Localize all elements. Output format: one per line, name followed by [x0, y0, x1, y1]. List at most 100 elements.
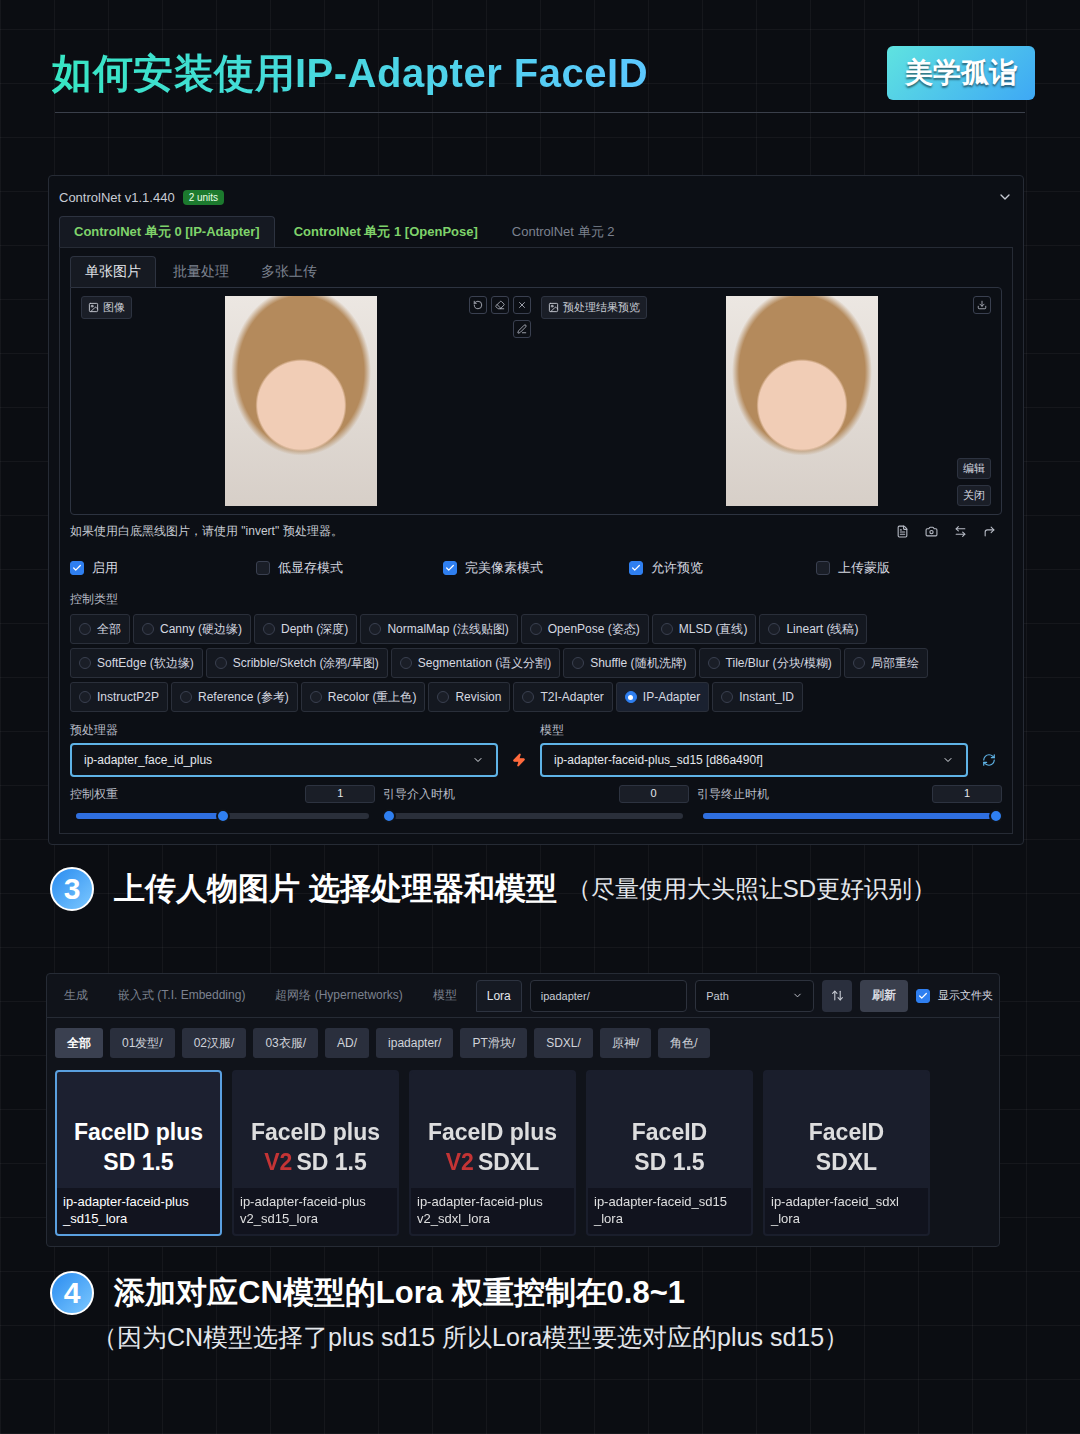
sub-tab[interactable]: 批量处理: [158, 256, 244, 287]
control-type-radio[interactable]: Revision: [428, 682, 510, 712]
option-checkbox[interactable]: 启用: [70, 559, 256, 577]
slider-thumb[interactable]: [989, 809, 1003, 823]
image-icon: [548, 302, 559, 313]
control-type-radio[interactable]: NormalMap (法线贴图): [360, 614, 517, 644]
control-type-radio[interactable]: Shuffle (随机洗牌): [563, 648, 695, 678]
model-select[interactable]: ip-adapter-faceid-plus_sd15 [d86a490f]: [540, 743, 968, 777]
folder-chip[interactable]: 角色/: [658, 1028, 709, 1058]
lora-card[interactable]: FaceID plusV2SD 1.5ip-adapter-faceid-plu…: [232, 1070, 399, 1236]
slider-thumb[interactable]: [216, 809, 230, 823]
sub-tab[interactable]: 单张图片: [70, 256, 156, 287]
control-type-radio[interactable]: Scribble/Sketch (涂鸦/草图): [206, 648, 388, 678]
controlnet-header[interactable]: ControlNet v1.1.4402 units: [59, 182, 1013, 212]
option-checkbox[interactable]: 上传蒙版: [816, 559, 1002, 577]
show-folders-checkbox[interactable]: 显示文件夹: [916, 988, 993, 1003]
search-field[interactable]: ipadapter/: [530, 980, 687, 1012]
unit-tab[interactable]: ControlNet 单元 1 [OpenPose]: [279, 216, 493, 247]
slider-track[interactable]: [703, 813, 996, 819]
control-type-radio[interactable]: Tile/Blur (分块/模糊): [699, 648, 841, 678]
erase-button[interactable]: [491, 296, 509, 314]
control-type-radio[interactable]: Depth (深度): [254, 614, 357, 644]
control-type-radio[interactable]: Instant_ID: [712, 682, 803, 712]
checkbox[interactable]: [816, 561, 830, 575]
folder-chip[interactable]: 03衣服/: [253, 1028, 318, 1058]
control-type-radio[interactable]: T2I-Adapter: [513, 682, 612, 712]
preview-action-button[interactable]: 编辑: [957, 458, 991, 479]
network-tab[interactable]: 生成: [53, 978, 99, 1013]
sort-direction-button[interactable]: [822, 980, 852, 1012]
slider[interactable]: 引导终止时机1: [697, 785, 1002, 823]
input-photo[interactable]: [225, 296, 377, 506]
lora-card[interactable]: FaceIDSD 1.5ip-adapter-faceid_sd15_lora: [586, 1070, 753, 1236]
step-title: 上传人物图片 选择处理器和模型: [114, 868, 557, 910]
control-type-radio[interactable]: SoftEdge (软边缘): [70, 648, 203, 678]
folder-chip[interactable]: ipadapter/: [376, 1028, 453, 1058]
option-checkbox[interactable]: 完美像素模式: [443, 559, 629, 577]
control-type-radio[interactable]: MLSD (直线): [652, 614, 757, 644]
folder-chip[interactable]: PT滑块/: [460, 1028, 527, 1058]
folder-chip[interactable]: SDXL/: [534, 1028, 593, 1058]
preview-label: 预处理结果预览: [541, 296, 647, 319]
preview-action-button[interactable]: 关闭: [957, 485, 991, 506]
control-type-radio[interactable]: Recolor (重上色): [301, 682, 426, 712]
folder-chip[interactable]: 原神/: [600, 1028, 651, 1058]
draw-button[interactable]: [513, 320, 531, 338]
document-icon[interactable]: [896, 525, 909, 538]
swap-icon[interactable]: [954, 525, 967, 538]
slider-track[interactable]: [76, 813, 369, 819]
control-type-radio[interactable]: IP-Adapter: [616, 682, 709, 712]
option-row: 启用低显存模式完美像素模式允许预览上传蒙版: [70, 559, 1002, 577]
unit-tab[interactable]: ControlNet 单元 0 [IP-Adapter]: [59, 216, 275, 247]
option-checkbox[interactable]: 低显存模式: [256, 559, 442, 577]
folder-chip[interactable]: 01发型/: [110, 1028, 175, 1058]
network-tab[interactable]: Lora: [476, 980, 522, 1012]
slider-value[interactable]: 1: [932, 785, 1002, 803]
sub-tabs: 单张图片批量处理多张上传: [70, 256, 1002, 287]
control-type-radio[interactable]: Segmentation (语义分割): [391, 648, 560, 678]
run-preprocessor-button[interactable]: [506, 743, 532, 777]
slider-value[interactable]: 0: [619, 785, 689, 803]
refresh-models-button[interactable]: [976, 743, 1002, 777]
sub-tab[interactable]: 多张上传: [246, 256, 332, 287]
checkbox[interactable]: [256, 561, 270, 575]
slider[interactable]: 引导介入时机0: [383, 785, 688, 823]
control-type-radio[interactable]: Canny (硬边缘): [133, 614, 251, 644]
collapse-icon[interactable]: [997, 189, 1013, 205]
sort-select[interactable]: Path: [695, 980, 814, 1012]
network-tab[interactable]: 嵌入式 (T.I. Embedding): [107, 978, 256, 1013]
network-tab[interactable]: 模型: [422, 978, 468, 1013]
slider-label: 控制权重: [70, 786, 118, 803]
unit-body: 单张图片批量处理多张上传图像预处理结果预览编辑关闭如果使用白底黑线图片，请使用 …: [59, 248, 1013, 834]
folder-chip[interactable]: AD/: [325, 1028, 369, 1058]
network-tab[interactable]: 超网络 (Hypernetworks): [264, 978, 413, 1013]
checkbox[interactable]: [70, 561, 84, 575]
folder-chip[interactable]: 全部: [55, 1028, 103, 1058]
control-type-radio[interactable]: 局部重绘: [844, 648, 928, 678]
card-title: FaceIDSD 1.5: [588, 1072, 751, 1178]
lora-card[interactable]: FaceID plusV2SDXLip-adapter-faceid-plusv…: [409, 1070, 576, 1236]
unit-tab[interactable]: ControlNet 单元 2: [497, 216, 630, 247]
checkbox[interactable]: [629, 561, 643, 575]
download-button[interactable]: [973, 296, 991, 314]
reset-button[interactable]: [469, 296, 487, 314]
refresh-button[interactable]: 刷新: [860, 980, 908, 1012]
slider-thumb[interactable]: [382, 809, 396, 823]
camera-icon[interactable]: [925, 525, 938, 538]
slider[interactable]: 控制权重 1: [70, 785, 375, 823]
control-type-radio[interactable]: Lineart (线稿): [759, 614, 867, 644]
option-checkbox[interactable]: 允许预览: [629, 559, 815, 577]
lora-card[interactable]: FaceID plusSD 1.5ip-adapter-faceid-plus_…: [55, 1070, 222, 1236]
preprocessor-select[interactable]: ip-adapter_face_id_plus: [70, 743, 498, 777]
control-type-radio[interactable]: Reference (参考): [171, 682, 298, 712]
control-type-radio[interactable]: InstructP2P: [70, 682, 168, 712]
send-icon[interactable]: [983, 525, 996, 538]
clear-button[interactable]: [513, 296, 531, 314]
slider-value[interactable]: 1: [305, 785, 375, 803]
control-type-radio[interactable]: 全部: [70, 614, 130, 644]
lora-card[interactable]: FaceIDSDXLip-adapter-faceid_sdxl_lora: [763, 1070, 930, 1236]
checkbox[interactable]: [916, 989, 930, 1003]
control-type-radio[interactable]: OpenPose (姿态): [521, 614, 649, 644]
folder-chip[interactable]: 02汉服/: [182, 1028, 247, 1058]
checkbox[interactable]: [443, 561, 457, 575]
slider-track[interactable]: [389, 813, 682, 819]
